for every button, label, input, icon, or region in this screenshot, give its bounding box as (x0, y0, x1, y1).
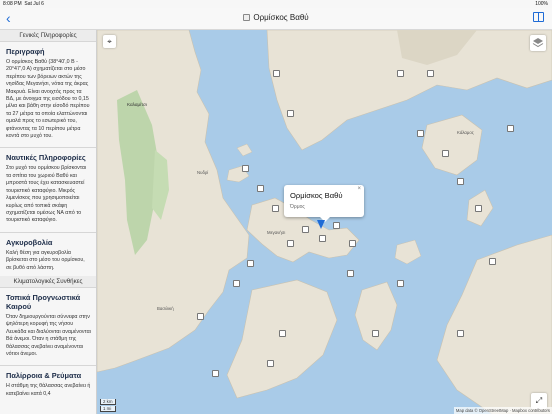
harbor-marker-icon[interactable] (247, 260, 254, 267)
harbor-marker-icon[interactable] (417, 130, 424, 137)
general-info-header: Γενικές Πληροφορίες (0, 30, 96, 42)
map-view[interactable]: Καλαμίτσι Νυδρί Βασιλική Κάλαμος Μεγανήσ… (97, 30, 552, 414)
harbor-marker-icon[interactable] (489, 258, 496, 265)
harbor-marker-icon[interactable] (507, 125, 514, 132)
status-time: 8:08 PM Sat Jul 6 (3, 1, 44, 7)
harbor-marker-icon[interactable] (267, 360, 274, 367)
place-label: Μεγανήσι (267, 230, 286, 235)
harbor-type-icon (243, 14, 251, 21)
description-title: Περιγραφή (6, 47, 45, 56)
harbor-popup[interactable]: Ορμίσκος Βαθύ Όρμος × (284, 185, 364, 222)
anchorage-text: Καλή θέση για αγκυροβολία βρίσκεται στο … (6, 249, 85, 271)
tides-title: Παλίρροια & Ρεύματα (6, 371, 82, 381)
harbor-marker-icon[interactable] (197, 313, 204, 320)
harbor-marker-icon[interactable] (475, 205, 482, 212)
close-icon[interactable]: × (357, 186, 361, 192)
location-pin-icon[interactable]: ⌖ (103, 35, 116, 48)
harbor-marker-icon[interactable] (287, 110, 294, 117)
page-title: Ορμίσκος Βαθύ (0, 13, 552, 22)
harbor-marker-icon[interactable] (273, 70, 280, 77)
popup-title: Ορμίσκος Βαθύ (290, 191, 343, 200)
layers-icon[interactable] (530, 35, 546, 51)
battery-indicator: 100% (535, 1, 548, 7)
anchorage-title: Αγκυροβολία (6, 237, 53, 247)
nautical-info-text: Στο μυχό του ορμίσκου βρίσκονται τα σπίτ… (6, 165, 87, 224)
selected-harbor-pin-icon[interactable] (317, 220, 325, 229)
book-icon[interactable] (533, 12, 544, 22)
description-text: Ο ορμίσκος Βαθύ (38°40',0 Β - 20°47',0 Α… (6, 59, 90, 140)
popup-subtitle: Όρμος (290, 204, 305, 210)
harbor-marker-icon[interactable] (242, 165, 249, 172)
harbor-marker-icon[interactable] (347, 270, 354, 277)
nautical-info-title: Ναυτικές Πληροφορίες (6, 153, 86, 163)
harbor-marker-icon[interactable] (272, 205, 279, 212)
harbor-marker-icon[interactable] (279, 330, 286, 337)
harbor-marker-icon[interactable] (233, 280, 240, 287)
place-label: Νυδρί (197, 170, 209, 175)
harbor-marker-icon[interactable] (257, 185, 264, 192)
harbor-marker-icon[interactable] (397, 280, 404, 287)
harbor-marker-icon[interactable] (333, 222, 340, 229)
map-attribution[interactable]: Map data © OpenStreetMap · Mapbox contri… (453, 407, 552, 414)
harbor-marker-icon[interactable] (212, 370, 219, 377)
tides-text: Η στάθμη της θάλασσας ανεβαίνει ή κατεβα… (6, 383, 91, 397)
harbor-marker-icon[interactable] (442, 150, 449, 157)
harbor-marker-icon[interactable] (457, 330, 464, 337)
harbor-marker-icon[interactable] (372, 330, 379, 337)
harbor-marker-icon[interactable] (349, 240, 356, 247)
climate-header: Κλιματολογικές Συνθήκες (0, 275, 96, 288)
status-bar: 8:08 PM Sat Jul 6 100% (0, 0, 552, 8)
harbor-marker-icon[interactable] (457, 178, 464, 185)
harbor-marker-icon[interactable] (319, 235, 326, 242)
map-scale: 2 km 1 mi (100, 398, 116, 412)
harbor-marker-icon[interactable] (427, 70, 434, 77)
info-sidebar[interactable]: Γενικές Πληροφορίες Περιγραφή Ο ορμίσκος… (0, 30, 97, 414)
place-label: Κάλαμος (457, 130, 474, 135)
place-label: Καλαμίτσι (127, 102, 147, 107)
navigation-bar: ‹ Ορμίσκος Βαθύ (0, 8, 552, 30)
harbor-marker-icon[interactable] (302, 226, 309, 233)
place-label: Βασιλική (157, 306, 174, 311)
harbor-marker-icon[interactable] (287, 240, 294, 247)
harbor-marker-icon[interactable] (397, 70, 404, 77)
local-weather-text: Όταν δημιουργούνται σύννεφα στην ψηλότερ… (6, 313, 91, 357)
local-weather-title: Τοπικά Προγνωστικά Καιρού (6, 292, 81, 311)
